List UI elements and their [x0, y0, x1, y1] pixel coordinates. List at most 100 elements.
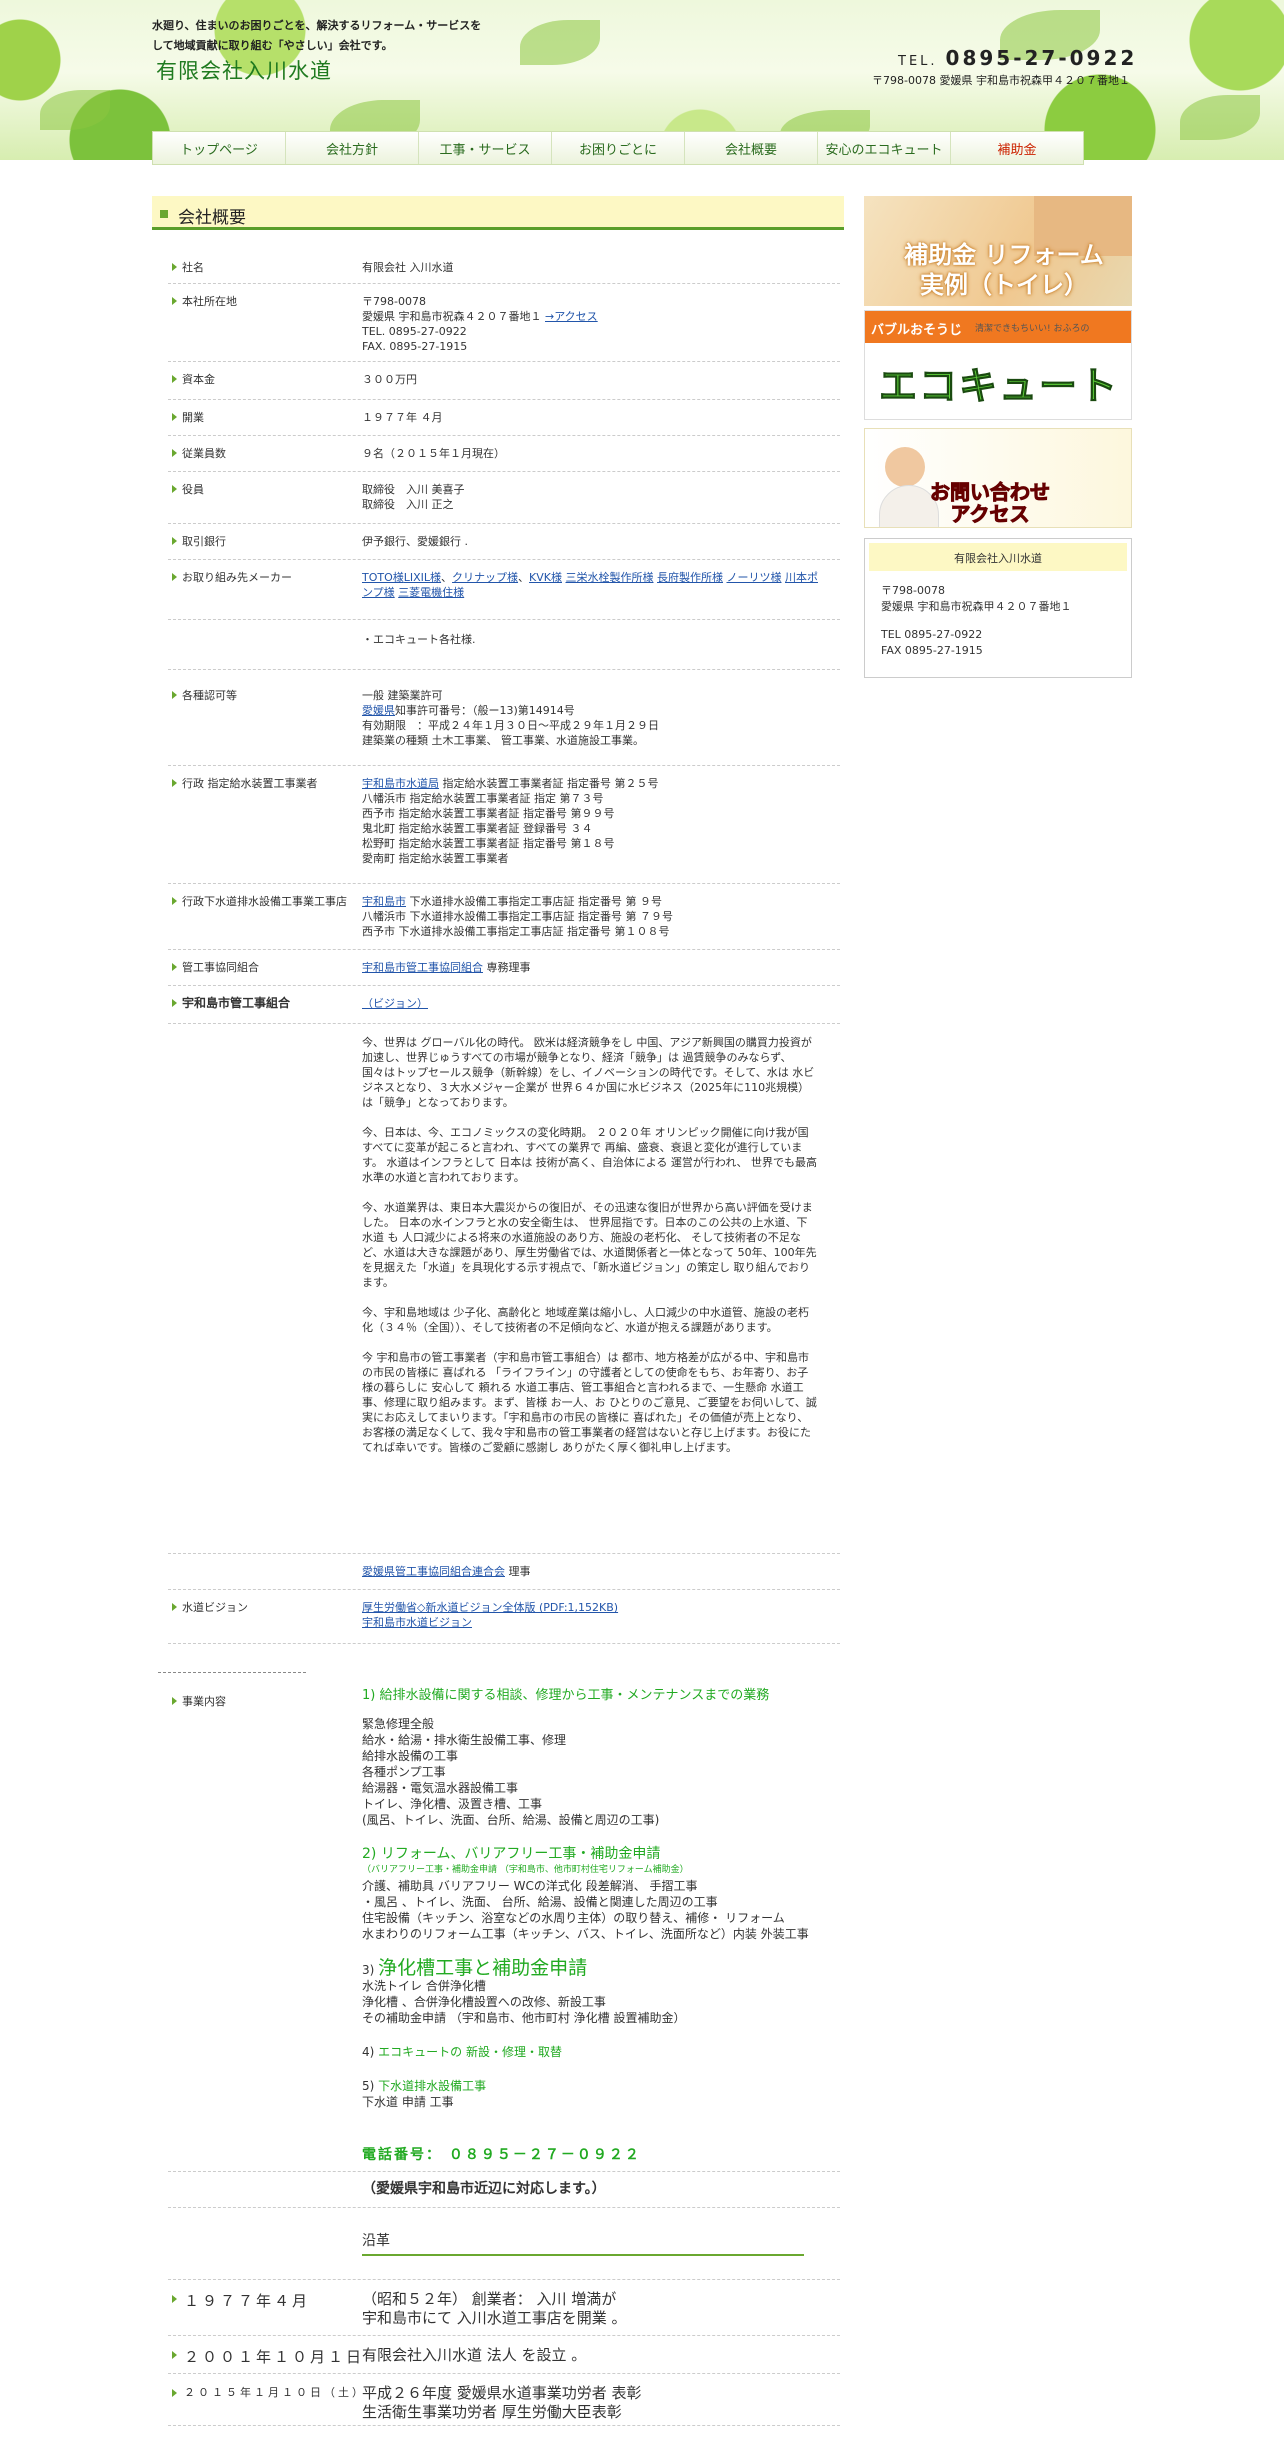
nav-troubles[interactable]: お困りごとに [552, 132, 685, 164]
row-value: ９名（２０１５年１月現在） [362, 447, 505, 460]
nav-company[interactable]: 会社概要 [685, 132, 818, 164]
table-row: 行政 指定給水装置工事業者 宇和島市水道局 指定給水装置工事業者証 指定番号 第… [168, 766, 840, 884]
business-list-3: 水洗トイレ 合併浄化槽 浄化槽 、合併浄化槽設置への改修、新設工事 その補助金申… [362, 1978, 822, 2026]
nav-services[interactable]: 工事・サービス [419, 132, 552, 164]
info-zip: 〒798-0078 [881, 584, 945, 597]
nav-ecocute[interactable]: 安心のエコキュート [818, 132, 951, 164]
row-value: １９７７年 ４月 [362, 411, 443, 424]
maker-link[interactable]: クリナップ様 [452, 571, 518, 584]
license-line: 八幡浜市 下水道排水設備工事指定工事店証 指定番号 第 ７９号 [362, 910, 673, 923]
number: 4) [362, 2045, 379, 2059]
row-value: 取締役 入川 美喜子 取締役 入川 正之 [362, 482, 832, 512]
event-line: 宇和島市にて 入川水道工事店を開業 。 [362, 2309, 627, 2327]
water-bureau-link[interactable]: 宇和島市水道局 [362, 777, 439, 790]
list-item: 水まわりのリフォーム工事（キッチン、バス、トイレ、洗面所など）内装 外装工事 [362, 1927, 809, 1941]
business-list-5: 下水道 申請 工事 [362, 2095, 454, 2109]
vision-text: 今、世界は グローバル化の時代。 欧米は経済競争をし 中国、アジア新興国の購買力… [362, 1035, 817, 1470]
federation-link[interactable]: 愛媛県管工事協同組合連合会 [362, 1565, 505, 1578]
business-heading-5: 5) 下水道排水設備工事 [362, 2078, 822, 2094]
history-event: （昭和５２年） 創業者： 入川 増満が 宇和島市にて 入川水道工事店を開業 。 [362, 2290, 627, 2328]
table-row: 管工事協同組合 宇和島市管工事協同組合 専務理事 [168, 950, 840, 986]
row-label: 開業 [172, 410, 352, 425]
nav-policy[interactable]: 会社方針 [286, 132, 419, 164]
list-item: 各種ポンプ工事 [362, 1765, 446, 1779]
info-title: 有限会社入川水道 [869, 543, 1127, 571]
service-area: （愛媛県宇和島市近辺に対応します。） [362, 2181, 606, 2197]
info-fax: FAX 0895-27-1915 [881, 644, 983, 657]
table-row: ・エコキュート各社様. [168, 620, 840, 670]
business-content: 1) 給排水設備に関する相談、修理から工事・メンテナンスまでの業務 緊急修理全般… [362, 1688, 822, 2128]
table-row: 宇和島市管工事組合 （ビジョン） [168, 986, 840, 1024]
table-row: 水道ビジョン 厚生労働省◇新水道ビジョン全体版 (PDF:1,152KB) 宇和島… [168, 1590, 840, 1644]
table-row: お取り組み先メーカー TOTO様LIXIL様、クリナップ様、KVK様 三栄水栓製… [168, 560, 840, 620]
nav-top[interactable]: トップページ [153, 132, 286, 164]
row-label: 取引銀行 [172, 534, 352, 549]
list-item: 水洗トイレ 合併浄化槽 [362, 1979, 486, 1993]
list-item: 介護、補助具 バリアフリー WCの洋式化 段差解消、 手摺工事 [362, 1879, 698, 1893]
row-value: 有限会社 入川水道 [362, 261, 454, 274]
row-label: 事業内容 [172, 1694, 352, 1709]
address-text: 愛媛県 宇和島市祝森４２０７番地１ [362, 310, 542, 323]
event-line: 平成２６年度 愛媛県水道事業功労者 表彰 [362, 2384, 642, 2402]
row-label: 行政 指定給水装置工事業者 [172, 776, 352, 791]
table-row: 開業 １９７７年 ４月 [168, 400, 840, 436]
license-line: 鬼北町 指定給水装置工事業者証 登録番号 ３４ [362, 822, 593, 835]
number: 5) [362, 2079, 379, 2093]
site-logo[interactable]: 有限会社入川水道 [156, 55, 332, 85]
table-row: 本社所在地 〒798-0078 愛媛県 宇和島市祝森４２０７番地１ →アクセス TE… [168, 284, 840, 362]
row-label: 社名 [172, 260, 352, 275]
permit-number: 知事許可番号：（般ー13)第14914号 [395, 704, 575, 717]
banner-text: お問い合わせアクセス [930, 480, 1051, 526]
business-heading-4: 4) エコキュートの 新設・修理・取替 [362, 2044, 822, 2060]
info-body: 〒798-0078 愛媛県 宇和島市祝森甲４２０７番地１ TEL 0895-27… [869, 571, 1127, 671]
company-info-box: 有限会社入川水道 〒798-0078 愛媛県 宇和島市祝森甲４２０７番地１ TE… [864, 538, 1132, 678]
table-row: 行政下水道排水設備工事業工事店 宇和島市 下水道排水設備工事指定工事店証 指定番… [168, 884, 840, 950]
row-label: 水道ビジョン [172, 1600, 352, 1615]
license-line: 指定給水装置工事業者証 指定番号 第２５号 [439, 777, 659, 790]
license-line: 下水道排水設備工事指定工事店証 指定番号 第 ９号 [406, 895, 662, 908]
subsidy-reform-banner[interactable]: 補助金 リフォーム実例（トイレ） [864, 196, 1132, 306]
nav-subsidy[interactable]: 補助金 [951, 132, 1083, 164]
history-row: ２００１年１０月１日 有限会社入川水道 法人 を設立 。 [168, 2336, 840, 2374]
uwajima-link[interactable]: 宇和島市 [362, 895, 406, 908]
row-label: 管工事協同組合 [172, 960, 352, 975]
ecocute-banner[interactable]: バブルおそうじ 清潔できもちいい! おふろの エコキュート [864, 310, 1132, 420]
tel-number: 0895-27-0922 [945, 46, 1138, 70]
vision-paragraph: 今、宇和島地域は 少子化、高齢化と 地域産業は縮小し、人口減少の中水道管、施設の… [362, 1306, 809, 1334]
history-date: ２０１５年１月１０日（土） [172, 2386, 366, 2399]
history-event: 有限会社入川水道 法人 を設立 。 [362, 2346, 587, 2364]
maker-link[interactable]: KVK様 [529, 571, 562, 584]
banner-sub: 清潔できもちいい! おふろの [975, 324, 1090, 334]
operator-image [885, 447, 925, 487]
license-line: 松野町 指定給水装置工事業者証 指定番号 第１８号 [362, 837, 615, 850]
ehime-link[interactable]: 愛媛県 [362, 704, 395, 717]
vision-link[interactable]: （ビジョン） [362, 997, 428, 1010]
table-row: 資本金 ３００万円 [168, 362, 840, 400]
info-address: 愛媛県 宇和島市祝森甲４２０７番地１ [881, 600, 1072, 613]
union-link[interactable]: 宇和島市管工事協同組合 [362, 961, 483, 974]
maker-link[interactable]: ノーリツ様 [727, 571, 782, 584]
list-item: 給湯器・電気温水器設備工事 [362, 1781, 519, 1795]
list-item: (風呂、トイレ、洗面、台所、給湯、設備と周辺の工事) [362, 1813, 660, 1827]
maker-link[interactable]: 三菱電機住様 [398, 586, 464, 599]
maker-link[interactable]: LIXIL様 [404, 571, 441, 584]
mhlw-vision-link[interactable]: 厚生労働省◇新水道ビジョン全体版 (PDF:1,152KB) [362, 1601, 618, 1614]
license-line: 八幡浜市 指定給水装置工事業者証 指定 第７３号 [362, 792, 604, 805]
phone-row: 電話番号： ０８９５－２７－０９２２ [168, 2138, 840, 2172]
table-row: 従業員数 ９名（２０１５年１月現在） [168, 436, 840, 472]
maker-link[interactable]: 三栄水栓製作所様 [566, 571, 654, 584]
vision-paragraph: 今、日本は、今、エコノミックスの変化時期。 ２０２０年 オリンピック開催に向け我… [362, 1126, 817, 1184]
business-list-2: 介護、補助具 バリアフリー WCの洋式化 段差解消、 手摺工事 ・風呂 、トイレ… [362, 1878, 822, 1942]
maker-link[interactable]: 長府製作所様 [657, 571, 723, 584]
history-row: １９７７年４月 （昭和５２年） 創業者： 入川 増満が 宇和島市にて 入川水道工事… [168, 2280, 840, 2336]
row-label: 行政下水道排水設備工事業工事店 [172, 894, 352, 909]
uwajima-vision-link[interactable]: 宇和島市水道ビジョン [362, 1616, 472, 1629]
maker-link[interactable]: TOTO様 [362, 571, 404, 584]
header-address: 〒798-0078 愛媛県 宇和島市祝森甲４２０７番地１ [872, 74, 1130, 87]
contact-banner[interactable]: お問い合わせアクセス [864, 428, 1132, 528]
list-item: ・風呂 、トイレ、洗面、 台所、給湯、設備と関連した周辺の工事 [362, 1895, 718, 1909]
vision-paragraph: 今、世界は グローバル化の時代。 欧米は経済競争をし 中国、アジア新興国の購買力… [362, 1036, 815, 1109]
vision-paragraph: 今 宇和島市の管工事業者（宇和島市管工事組合）は 都市、地方格差が広がる中、宇和… [362, 1351, 817, 1454]
access-link[interactable]: →アクセス [545, 310, 598, 323]
table-row: 社名 有限会社 入川水道 [168, 250, 840, 284]
